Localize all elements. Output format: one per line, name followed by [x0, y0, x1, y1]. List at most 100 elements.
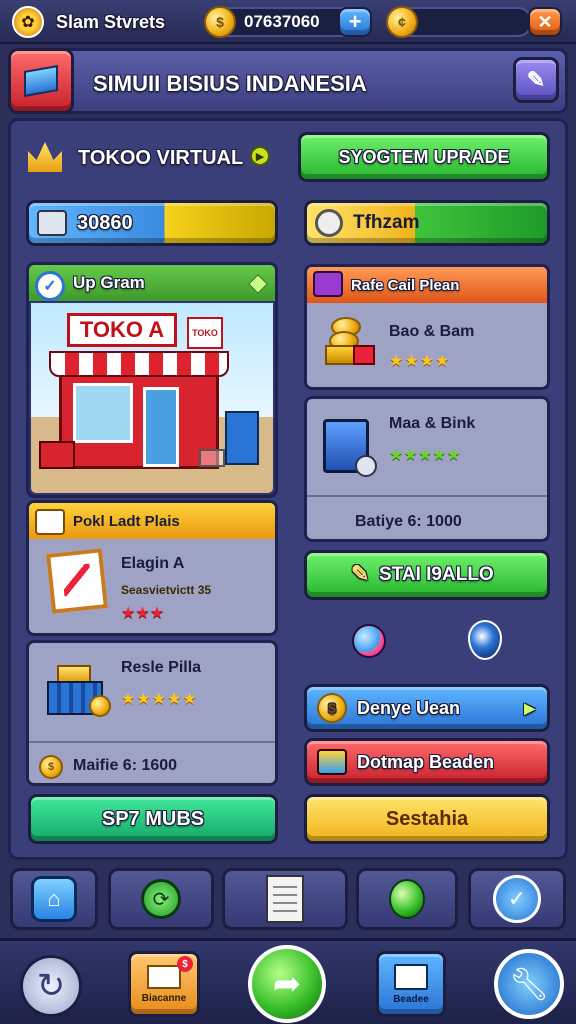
plan-card-header: Rafe Cail Plean	[307, 267, 547, 303]
tab-home[interactable]: ⌂	[10, 868, 98, 930]
deal-divider	[29, 741, 275, 743]
green-balloon-icon	[389, 879, 425, 919]
plan-footer: Batiye 6: 1000	[355, 513, 462, 530]
check-badge-icon: ✓	[35, 271, 65, 301]
mail-button[interactable]: Biacanne $	[128, 951, 200, 1017]
frame-icon	[46, 548, 108, 614]
coin-icon: $	[39, 755, 63, 779]
store-card[interactable]: Up Gram ✓ TOKO A TOKO	[26, 262, 278, 498]
close-button[interactable]: ✕	[528, 7, 562, 37]
sync-icon: ⟳	[141, 879, 181, 919]
store-sign: TOKO A	[67, 313, 177, 347]
check-badge-icon: ✓	[493, 875, 541, 923]
deal-panel-title: Pokl Ladt Plais	[73, 512, 180, 530]
shopping-cart	[199, 449, 225, 467]
plan-item1-stars: ★★★★	[389, 353, 451, 370]
plan-item2-card[interactable]: Maa & Bink ★★★★★ Batiye 6: 1000	[304, 396, 550, 542]
chest-icon	[313, 271, 343, 297]
machine-meter: 30860	[26, 200, 278, 246]
pencil-button[interactable]: ✎	[513, 57, 559, 103]
document-icon	[266, 875, 304, 923]
tab-documents[interactable]	[222, 868, 348, 930]
deal-item1-name: Elagin A	[121, 555, 185, 572]
time-meter: Tfhzam	[304, 200, 550, 246]
store-side-sign: TOKO	[187, 317, 223, 349]
pencil-icon: ✎	[351, 561, 370, 586]
tab-balloon[interactable]	[356, 868, 458, 930]
start-button[interactable]: ✎ STAI I9ALLO	[304, 550, 550, 600]
time-value: Tfhzam	[353, 212, 420, 233]
store-door	[143, 387, 179, 467]
store-card-title: Up Gram	[73, 273, 145, 292]
deal-panel-header: Pokl Ladt Plais	[29, 503, 275, 539]
pencil-icon: ✎	[526, 67, 546, 92]
coin-icon: $	[204, 6, 236, 38]
store-awning	[49, 351, 229, 377]
plan-item1-name: Bao & Bam	[389, 323, 475, 340]
gold-coin-icon: ¢	[386, 6, 418, 38]
safe-dial	[355, 455, 377, 477]
wrench-icon: 🔧︎	[508, 966, 550, 1002]
store-mode-label: TOKOO VIRTUAL	[78, 147, 244, 169]
close-icon: ✕	[537, 11, 553, 32]
play-arrow-icon: ▶	[524, 699, 535, 716]
coin-stack-icon	[325, 317, 375, 369]
blue-action-button[interactable]: $ Denye Uean ▶	[304, 684, 550, 732]
balloon-icon[interactable]	[352, 624, 386, 658]
top-bar: ✿ Slam Stvrets $ 07637060 + ¢ ✕	[0, 0, 576, 44]
paint-icon	[35, 509, 65, 535]
store-illustration: TOKO A TOKO	[31, 303, 273, 493]
plan-item2-stars: ★★★★★	[389, 447, 461, 464]
system-upgrade-button[interactable]: SYOGTEM UPRADE	[298, 132, 550, 182]
settings-button[interactable]: 🔧︎	[494, 949, 564, 1019]
deal-item2-stars: ★★★★★	[121, 691, 198, 708]
deal-item2-card[interactable]: Resle Pilla ★★★★★ $ Maifie 6: 1600	[26, 640, 278, 786]
tab-check[interactable]: ✓	[468, 868, 566, 930]
book-label: Beadee	[393, 993, 429, 1005]
yellow-action-button[interactable]: Sestahia	[304, 794, 550, 844]
share-button[interactable]: ➦	[248, 945, 326, 1023]
gold-coin-icon: $	[317, 693, 347, 723]
left-action-button[interactable]: SP7 MUBS	[28, 794, 278, 844]
machine-icon	[37, 210, 67, 236]
tab-sync[interactable]: ⟳	[108, 868, 214, 930]
refresh-button[interactable]: ↻	[20, 955, 82, 1017]
mail-icon	[147, 964, 181, 989]
basket-icon	[47, 665, 111, 717]
currency-value: 07637060	[244, 12, 320, 31]
chest-icon	[317, 749, 347, 775]
refresh-icon: ↻	[36, 967, 66, 1005]
home-icon: ⌂	[31, 876, 77, 922]
red-action-label: Dotmap Beaden	[357, 751, 495, 772]
header-panel: SIMUII BISIUS INDANESIA ✎	[8, 48, 568, 114]
deal-item2-name: Resle Pilla	[121, 659, 202, 676]
plan-divider	[307, 495, 547, 497]
deal-footer: Maifie 6: 1600	[73, 757, 178, 774]
red-action-button[interactable]: Dotmap Beaden	[304, 738, 550, 786]
clock-icon	[315, 209, 343, 237]
play-arrow-icon[interactable]: ▶	[250, 146, 270, 166]
yellow-action-label: Sestahia	[385, 807, 469, 830]
store-window	[73, 383, 133, 443]
plan-card[interactable]: Rafe Cail Plean Bao & Bam ★★★★	[304, 264, 550, 390]
bee-avatar-icon[interactable]: ✿	[12, 6, 44, 38]
mail-label: Biacanne	[141, 992, 187, 1004]
book-button[interactable]: Beadee	[376, 951, 446, 1017]
plus-icon: +	[348, 9, 362, 34]
player-name: Slam Stvrets	[56, 12, 166, 32]
deal-item1-sub: Seasvietvictt 35	[121, 583, 212, 597]
store-crates	[39, 441, 75, 469]
deal-item1-stars: ★★★	[121, 605, 165, 622]
page-title: SIMUII BISIUS INDANESIA	[93, 71, 367, 96]
start-button-label: STAI I9ALLO	[379, 564, 494, 585]
plan-item2-name: Maa & Bink	[389, 415, 476, 432]
plan-card-title: Rafe Cail Plean	[351, 276, 460, 294]
mail-badge: $	[177, 956, 193, 972]
store-machine	[225, 411, 259, 465]
crate-icon[interactable]	[8, 48, 74, 114]
meter-value: 30860	[77, 211, 133, 234]
store-card-header: Up Gram	[29, 265, 275, 301]
blue-action-label: Denye Uean	[357, 697, 461, 718]
plus-button[interactable]: +	[338, 7, 372, 37]
share-icon: ➦	[272, 965, 302, 1003]
